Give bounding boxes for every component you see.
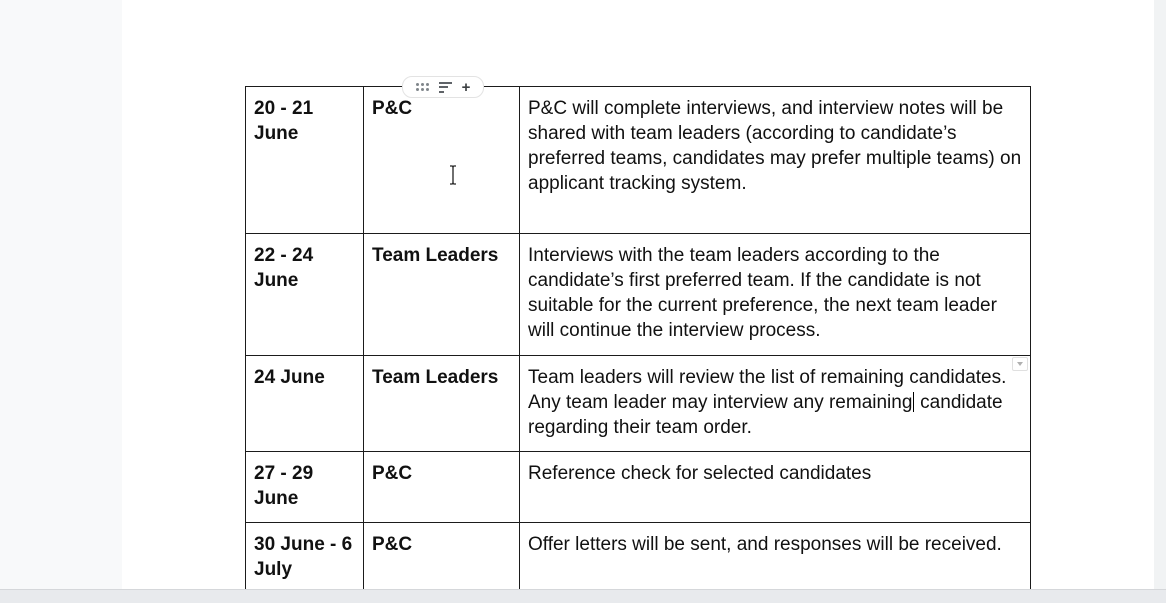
description-cell[interactable]: Team leaders will review the list of rem… xyxy=(519,355,1031,452)
date-cell[interactable]: 22 - 24 June xyxy=(245,233,364,356)
horizontal-scrollbar[interactable] xyxy=(0,589,1166,603)
table-row: 24 June Team Leaders Team leaders will r… xyxy=(245,355,1031,452)
description-cell[interactable]: P&C will complete interviews, and interv… xyxy=(519,86,1031,234)
owner-cell[interactable]: P&C xyxy=(363,86,520,234)
table-row: 27 - 29 June P&C Reference check for sel… xyxy=(245,451,1031,523)
mouse-ibeam-icon xyxy=(450,165,456,185)
owner-cell[interactable]: P&C xyxy=(363,522,520,595)
page-right-gutter xyxy=(1154,0,1166,602)
schedule-table[interactable]: 20 - 21 June P&C P&C will complete inter… xyxy=(245,86,1031,595)
table-row: 20 - 21 June P&C P&C will complete inter… xyxy=(245,86,1031,234)
cell-options-icon[interactable] xyxy=(1012,357,1028,371)
add-column-icon[interactable]: + xyxy=(462,80,471,95)
date-cell[interactable]: 20 - 21 June xyxy=(245,86,364,234)
date-cell[interactable]: 27 - 29 June xyxy=(245,451,364,523)
owner-cell[interactable]: P&C xyxy=(363,451,520,523)
description-cell[interactable]: Reference check for selected candidates xyxy=(519,451,1031,523)
table-row: 22 - 24 June Team Leaders Interviews wit… xyxy=(245,233,1031,356)
date-cell[interactable]: 30 June - 6 July xyxy=(245,522,364,595)
editor-canvas: 20 - 21 June P&C P&C will complete inter… xyxy=(0,0,1166,603)
description-cell[interactable]: Offer letters will be sent, and response… xyxy=(519,522,1031,595)
sort-icon[interactable] xyxy=(438,81,452,93)
date-cell[interactable]: 24 June xyxy=(245,355,364,452)
description-cell[interactable]: Interviews with the team leaders accordi… xyxy=(519,233,1031,356)
column-toolbar: + xyxy=(402,76,484,98)
owner-cell[interactable]: Team Leaders xyxy=(363,233,520,356)
owner-cell[interactable]: Team Leaders xyxy=(363,355,520,452)
drag-handle-icon[interactable] xyxy=(415,83,429,91)
table-row: 30 June - 6 July P&C Offer letters will … xyxy=(245,522,1031,595)
